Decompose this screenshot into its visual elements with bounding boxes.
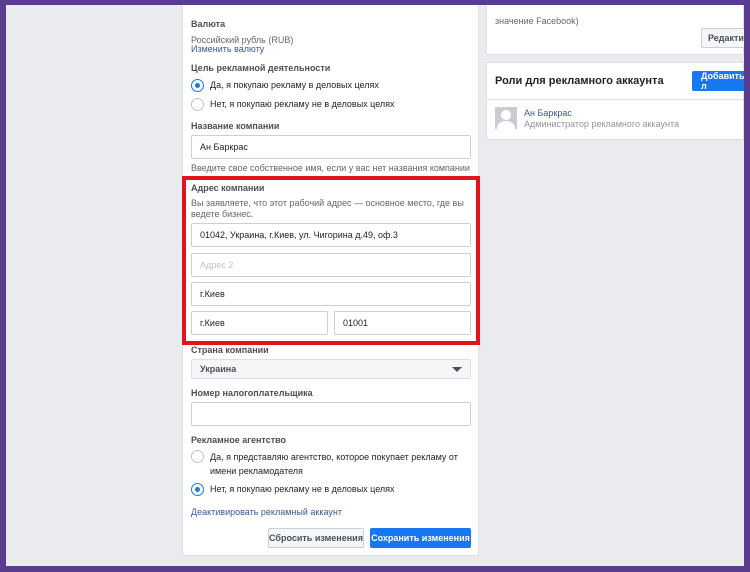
deactivate-account-link[interactable]: Деактивировать рекламный аккаунт <box>191 507 342 517</box>
caret-down-icon <box>452 366 462 372</box>
reset-changes-button[interactable]: Сбросить изменения <box>268 528 364 548</box>
agency-yes-option[interactable]: Да, я представляю агентство, которое пок… <box>191 450 466 478</box>
agency-yes-label: Да, я представляю агентство, которое пок… <box>210 452 458 476</box>
right-top-card: значение Facebook) Редактир <box>486 5 750 55</box>
address-highlight-box <box>182 176 480 345</box>
country-select-value: Украина <box>200 364 237 374</box>
tax-id-input[interactable] <box>191 402 471 426</box>
add-person-button[interactable]: Добавить л <box>692 71 750 91</box>
ad-purpose-no-option[interactable]: Нет, я покупаю рекламу не в деловых целя… <box>191 98 395 111</box>
agency-no-option[interactable]: Нет, я покупаю рекламу не в деловых целя… <box>191 483 395 496</box>
change-currency-link[interactable]: Изменить валюту <box>191 44 264 54</box>
radio-selected-icon[interactable] <box>191 79 204 92</box>
company-name-hint: Введите свое собственное имя, если у вас… <box>191 163 470 173</box>
roles-title: Роли для рекламного аккаунта <box>495 75 664 87</box>
tax-id-label: Номер налогоплательщика <box>191 388 313 398</box>
radio-selected-icon[interactable] <box>191 483 204 496</box>
ad-purpose-no-label: Нет, я покупаю рекламу не в деловых целя… <box>210 99 395 109</box>
ad-purpose-yes-label: Да, я покупаю рекламу в деловых целях <box>210 80 379 90</box>
role-user-role: Администратор рекламного аккаунта <box>524 119 679 129</box>
save-changes-button[interactable]: Сохранить изменения <box>370 528 471 548</box>
edit-button[interactable]: Редактир <box>701 28 750 48</box>
agency-no-label: Нет, я покупаю рекламу не в деловых целя… <box>210 484 395 494</box>
ad-purpose-label: Цель рекламной деятельности <box>191 63 331 73</box>
country-select[interactable]: Украина <box>191 359 471 379</box>
agency-label: Рекламное агентство <box>191 435 287 445</box>
radio-unselected-icon[interactable] <box>191 450 204 463</box>
ad-account-roles-card: Роли для рекламного аккаунта Добавить л … <box>486 62 750 140</box>
company-name-label: Название компании <box>191 121 280 131</box>
right-top-text: значение Facebook) <box>495 16 579 26</box>
roles-header: Роли для рекламного аккаунта Добавить л <box>487 63 750 100</box>
avatar <box>495 107 517 129</box>
ad-purpose-yes-option[interactable]: Да, я покупаю рекламу в деловых целях <box>191 79 379 92</box>
currency-label: Валюта <box>191 19 226 29</box>
radio-unselected-icon[interactable] <box>191 98 204 111</box>
company-name-input[interactable]: Ан Баркрас <box>191 135 471 159</box>
country-label: Страна компании <box>191 345 269 355</box>
role-user-name[interactable]: Ан Баркрас <box>524 108 572 118</box>
